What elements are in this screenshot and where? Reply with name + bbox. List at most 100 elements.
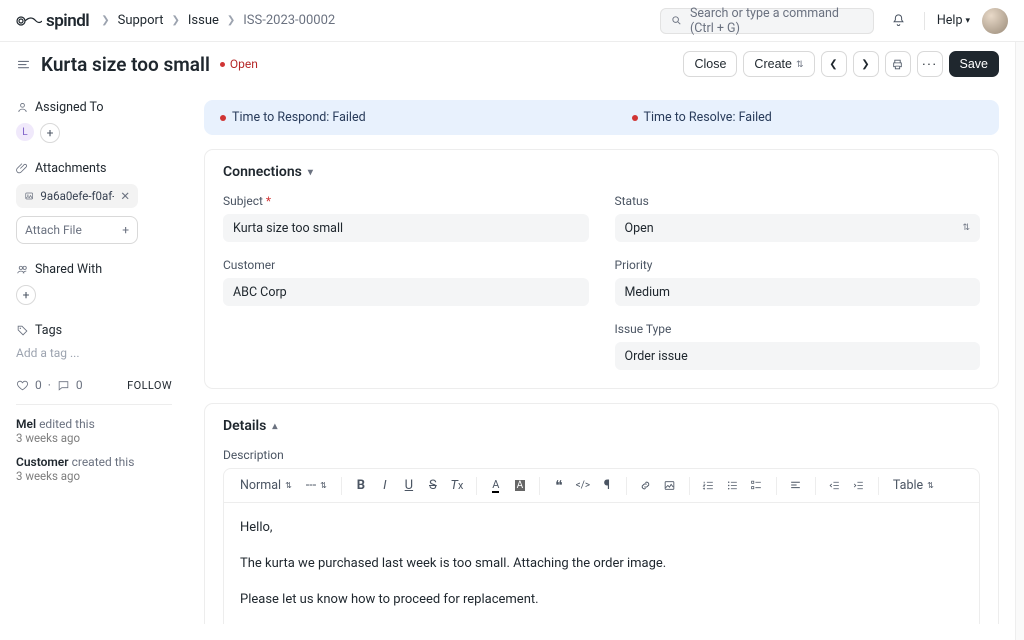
- details-toggle[interactable]: Details ▴: [205, 404, 998, 448]
- user-avatar[interactable]: [982, 8, 1008, 34]
- code-button[interactable]: </>: [572, 475, 594, 497]
- chevron-right-icon: ❯: [227, 15, 235, 26]
- ol-icon: [702, 479, 715, 492]
- ol-button[interactable]: [698, 475, 720, 497]
- italic-button[interactable]: I: [374, 475, 396, 497]
- activity-item: Customer created this 3 weeks ago: [16, 455, 172, 483]
- priority-label: Priority: [615, 258, 981, 272]
- table-button[interactable]: Table⇅: [887, 474, 940, 498]
- assignee-avatar[interactable]: L: [16, 123, 34, 141]
- crumb-current: ISS-2023-00002: [243, 13, 335, 28]
- direction-button[interactable]: ¶: [596, 475, 618, 497]
- indent-button[interactable]: [848, 475, 870, 497]
- tags-heading: Tags: [16, 323, 172, 338]
- quote-button[interactable]: ❝: [548, 475, 570, 497]
- add-shared-button[interactable]: +: [16, 285, 36, 305]
- image-button[interactable]: [659, 475, 681, 497]
- connections-card: Connections ▾ Subject Kurta size too sma…: [204, 149, 999, 389]
- link-button[interactable]: [635, 475, 657, 497]
- logo-mark-icon: [16, 13, 42, 29]
- crumb-support[interactable]: Support: [118, 13, 164, 28]
- text-color-button[interactable]: A: [485, 475, 507, 497]
- select-icon: ⇅: [285, 481, 292, 490]
- follow-button[interactable]: FOLLOW: [127, 379, 172, 392]
- print-button[interactable]: [885, 51, 911, 77]
- chevron-down-icon: ▾: [308, 167, 313, 178]
- status-select[interactable]: Open⇅: [615, 214, 981, 242]
- customer-label: Customer: [223, 258, 589, 272]
- comment-icon[interactable]: [57, 379, 70, 392]
- status-label: Status: [615, 194, 981, 208]
- chevron-up-icon: ▴: [272, 421, 277, 432]
- attach-file-input[interactable]: Attach File +: [16, 216, 138, 244]
- attachment-chip[interactable]: 9a6a0efe-f0af-4( ✕: [16, 184, 138, 208]
- prev-button[interactable]: ❮: [821, 51, 847, 77]
- issue-type-label: Issue Type: [615, 322, 981, 336]
- save-button[interactable]: Save: [949, 51, 1000, 77]
- scrollbar[interactable]: [1015, 42, 1024, 640]
- underline-button[interactable]: U: [398, 475, 420, 497]
- notifications-button[interactable]: [886, 8, 912, 34]
- select-icon: ⇅: [320, 481, 327, 490]
- plus-icon: +: [122, 223, 129, 237]
- chevron-left-icon: ❮: [829, 59, 837, 70]
- subject-input[interactable]: Kurta size too small: [223, 214, 589, 242]
- image-icon: [24, 190, 34, 202]
- clear-format-button[interactable]: Tx: [446, 475, 468, 497]
- tag-icon: [16, 324, 29, 337]
- bell-icon: [891, 13, 906, 28]
- form-area: Time to Respond: Failed Time to Resolve:…: [204, 86, 999, 624]
- assigned-to-heading: Assigned To: [16, 100, 172, 115]
- close-button[interactable]: Close: [683, 51, 737, 77]
- shared-with-heading: Shared With: [16, 262, 172, 277]
- block-style-select[interactable]: Normal⇅: [234, 474, 298, 498]
- crumb-issue[interactable]: Issue: [188, 13, 219, 28]
- customer-input[interactable]: ABC Corp: [223, 278, 589, 306]
- rich-text-editor: Normal⇅ ---⇅ B I U S Tx A A: [223, 468, 980, 624]
- priority-select[interactable]: Medium: [615, 278, 981, 306]
- sidebar-toggle[interactable]: [16, 57, 31, 72]
- printer-icon: [891, 58, 904, 71]
- bold-button[interactable]: B: [350, 475, 372, 497]
- meta-sidebar: Assigned To L + Attachments 9a6a0efe-f0a…: [16, 86, 172, 624]
- help-menu[interactable]: Help ▾: [937, 13, 970, 28]
- description-label: Description: [223, 448, 980, 462]
- create-button[interactable]: Create⇅: [743, 51, 814, 77]
- rte-content[interactable]: Hello, The kurta we purchased last week …: [224, 503, 979, 624]
- select-icon: ⇅: [796, 59, 804, 70]
- status-dot-icon: [220, 115, 226, 121]
- align-icon: [789, 479, 802, 492]
- add-tag-input[interactable]: Add a tag ...: [16, 346, 172, 360]
- highlight-button[interactable]: A: [509, 475, 531, 497]
- font-select[interactable]: ---⇅: [300, 474, 333, 498]
- outdent-button[interactable]: [824, 475, 846, 497]
- more-button[interactable]: ···: [917, 51, 943, 77]
- ul-icon: [726, 479, 739, 492]
- strike-button[interactable]: S: [422, 475, 444, 497]
- dots-icon: ···: [922, 57, 938, 71]
- sla-respond: Time to Respond: Failed: [220, 110, 572, 125]
- sla-bar: Time to Respond: Failed Time to Resolve:…: [204, 100, 999, 135]
- attachments-heading: Attachments: [16, 161, 172, 176]
- next-button[interactable]: ❯: [853, 51, 879, 77]
- details-card: Details ▴ Description Normal⇅ ---⇅ B I: [204, 403, 999, 624]
- activity-item: Mel edited this 3 weeks ago: [16, 417, 172, 445]
- global-search[interactable]: Search or type a command (Ctrl + G): [660, 8, 874, 34]
- breadcrumb: ❯ Support ❯ Issue ❯ ISS-2023-00002: [101, 13, 335, 28]
- remove-attachment-icon[interactable]: ✕: [120, 189, 130, 203]
- page-title: Kurta size too small: [41, 53, 210, 76]
- ul-button[interactable]: [722, 475, 744, 497]
- connections-toggle[interactable]: Connections ▾: [205, 150, 998, 194]
- brand-logo[interactable]: spindl: [16, 11, 89, 31]
- sla-resolve: Time to Resolve: Failed: [632, 110, 984, 125]
- issue-type-select[interactable]: Order issue: [615, 342, 981, 370]
- status-dot-icon: [220, 62, 225, 67]
- heart-icon[interactable]: [16, 379, 29, 392]
- checklist-button[interactable]: [746, 475, 768, 497]
- menu-icon: [16, 57, 31, 72]
- user-icon: [16, 101, 29, 114]
- add-assignee-button[interactable]: +: [40, 123, 60, 143]
- chevron-right-icon: ❯: [171, 15, 179, 26]
- align-button[interactable]: [785, 475, 807, 497]
- select-icon: ⇅: [927, 481, 934, 490]
